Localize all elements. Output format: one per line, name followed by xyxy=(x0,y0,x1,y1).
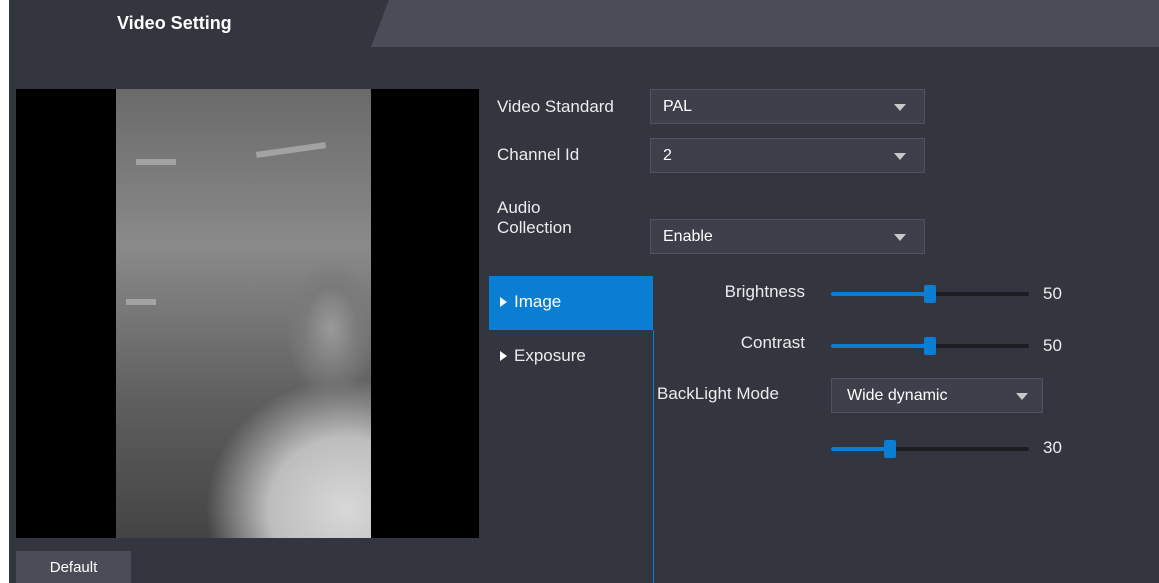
backlight-mode-label: BackLight Mode xyxy=(657,384,779,403)
audio-collection-label-line1: Audio xyxy=(497,198,541,217)
video-standard-label: Video Standard xyxy=(497,97,614,116)
brightness-value: 50 xyxy=(1043,284,1062,303)
backlight-mode-value: Wide dynamic xyxy=(847,387,948,404)
nav-item-image[interactable]: Image xyxy=(489,276,653,330)
backlight-mode-select[interactable]: Wide dynamic xyxy=(831,378,1043,413)
chevron-down-icon xyxy=(894,104,906,111)
chevron-down-icon xyxy=(1016,393,1028,400)
chevron-down-icon xyxy=(894,153,906,160)
backlight-level-slider-thumb[interactable] xyxy=(884,440,897,458)
triangle-right-icon xyxy=(500,351,507,361)
backlight-level-slider-fill xyxy=(831,447,891,451)
triangle-right-icon xyxy=(500,297,507,307)
contrast-value: 50 xyxy=(1043,336,1062,355)
default-button[interactable]: Default xyxy=(16,551,131,583)
chevron-down-icon xyxy=(894,234,906,241)
backlight-level-value: 30 xyxy=(1043,438,1062,457)
backlight-level-slider[interactable] xyxy=(831,440,1029,458)
channel-id-value: 2 xyxy=(663,147,672,164)
brightness-label: Brightness xyxy=(724,282,805,301)
brightness-slider[interactable] xyxy=(831,285,1029,303)
brightness-slider-fill xyxy=(831,292,930,296)
camera-feed-image xyxy=(116,89,371,538)
video-standard-select[interactable]: PAL xyxy=(650,89,925,124)
nav-divider xyxy=(653,330,654,583)
channel-id-select[interactable]: 2 xyxy=(650,138,925,173)
video-standard-value: PAL xyxy=(663,98,693,115)
brightness-slider-thumb[interactable] xyxy=(924,285,936,303)
nav-item-image-label: Image xyxy=(514,292,562,311)
contrast-slider-fill xyxy=(831,344,930,348)
nav-item-exposure-label: Exposure xyxy=(514,346,586,365)
contrast-slider-thumb[interactable] xyxy=(924,337,936,355)
nav-item-exposure[interactable]: Exposure xyxy=(489,330,653,384)
tab-video-setting-label: Video Setting xyxy=(117,13,232,33)
contrast-slider[interactable] xyxy=(831,337,1029,355)
tab-bar: Video Setting xyxy=(9,0,1159,47)
audio-collection-label: Audio Collection xyxy=(497,198,572,238)
tab-video-setting[interactable]: Video Setting xyxy=(9,0,389,47)
audio-collection-value: Enable xyxy=(663,228,713,245)
channel-id-label: Channel Id xyxy=(497,145,580,164)
contrast-label: Contrast xyxy=(740,333,805,352)
feed-detail xyxy=(255,142,327,158)
feed-detail xyxy=(136,159,176,165)
video-setting-panel: Video Setting Video Standard PAL Channel… xyxy=(9,0,1159,583)
feed-detail xyxy=(126,299,156,305)
audio-collection-label-line2: Collection xyxy=(497,218,572,237)
audio-collection-select[interactable]: Enable xyxy=(650,219,925,254)
video-preview xyxy=(16,89,479,538)
